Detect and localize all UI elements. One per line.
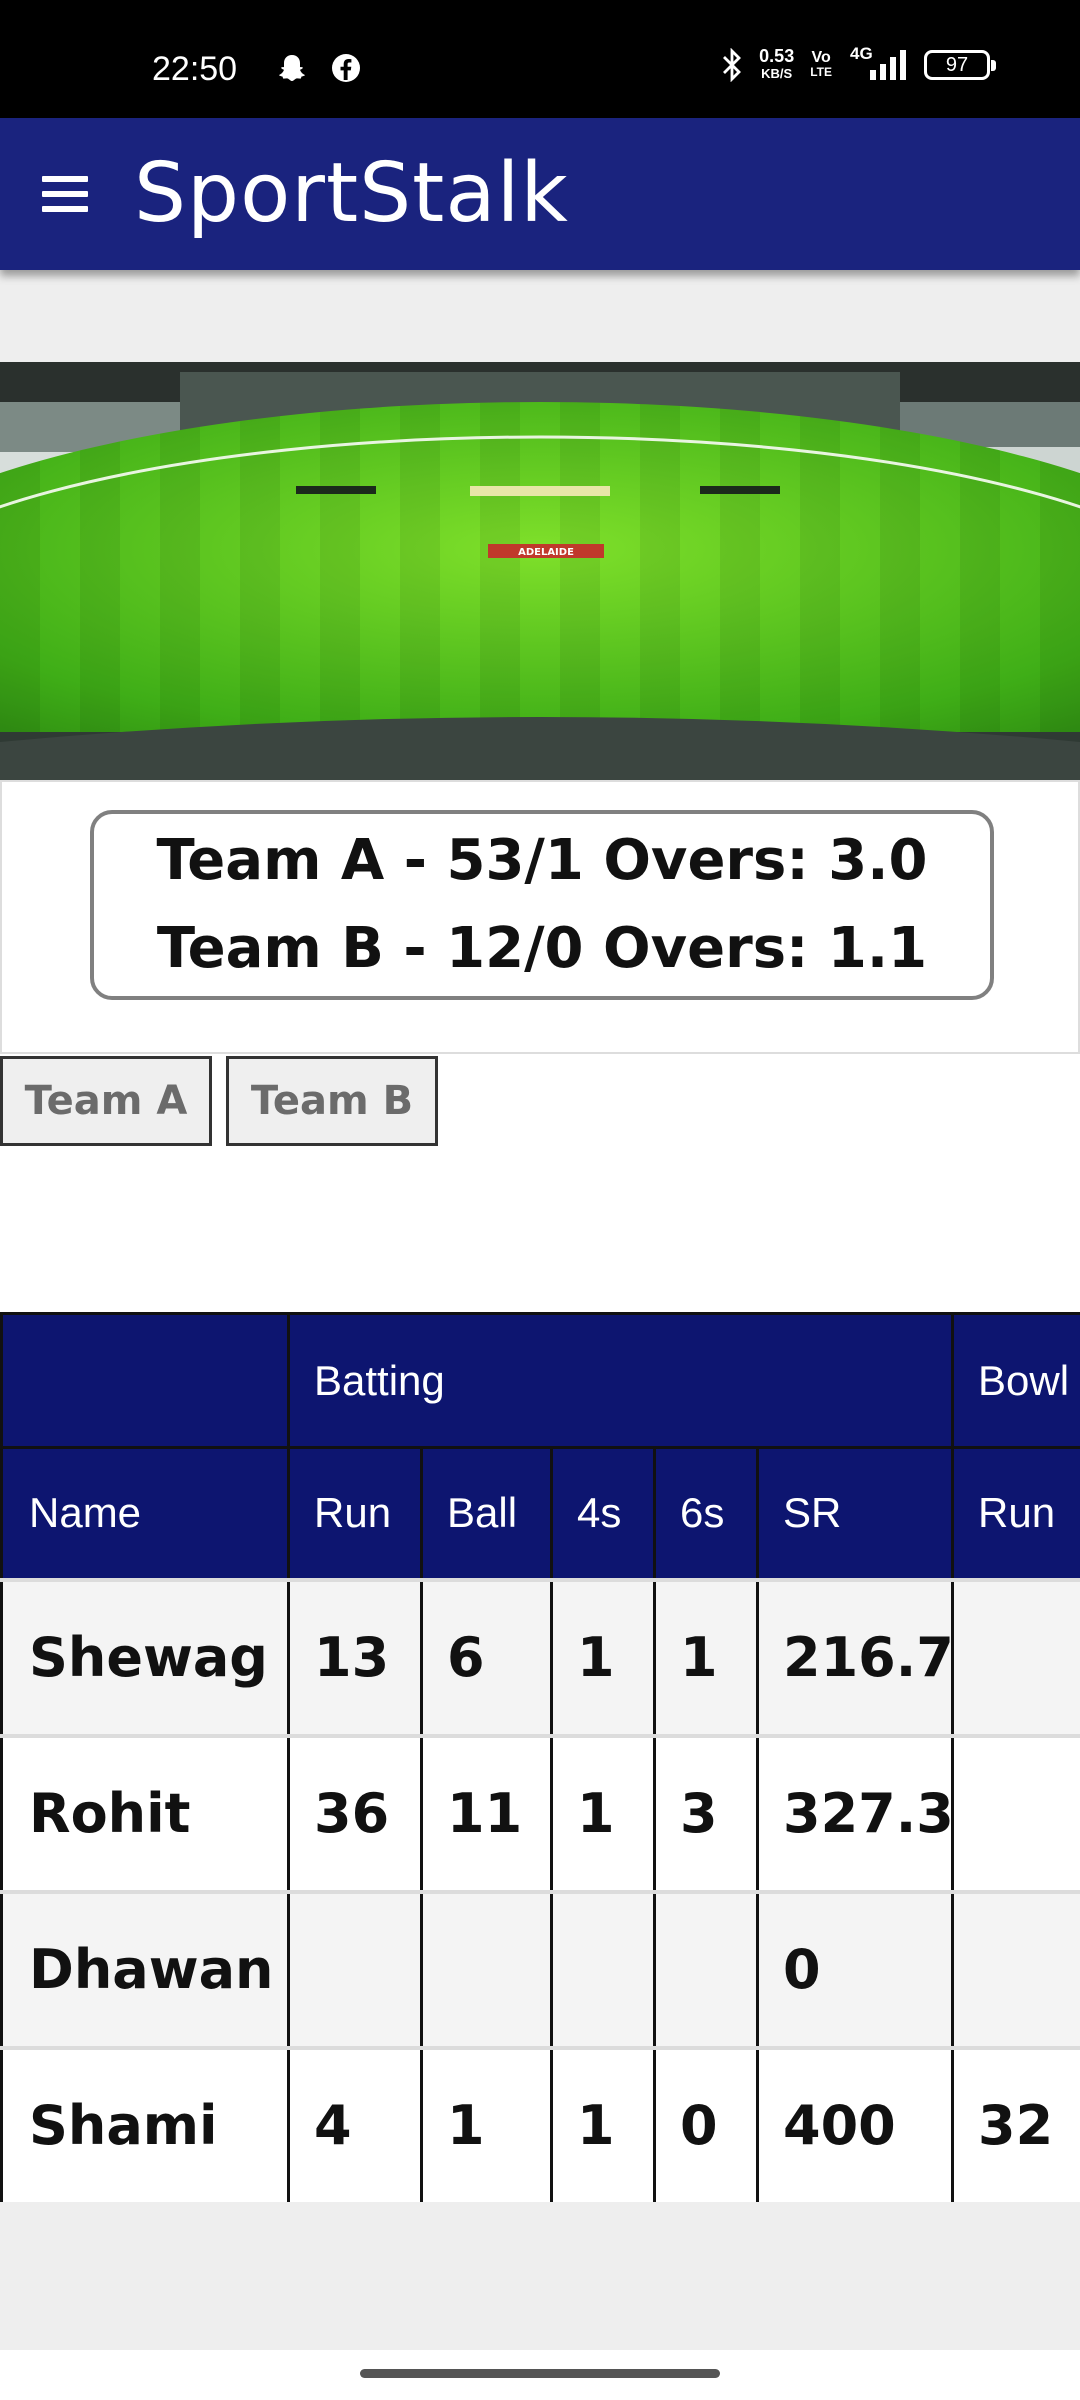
blank-group-header <box>0 1312 290 1449</box>
status-time: 22:50 <box>152 50 238 88</box>
balls-cell <box>420 1889 553 2050</box>
column-header-name: Name <box>0 1446 290 1581</box>
table-row: Rohit 36 11 1 3 327.3 <box>0 1733 1080 1894</box>
sixes-cell: 3 <box>653 1733 759 1894</box>
balls-cell: 11 <box>420 1733 553 1894</box>
fours-cell: 1 <box>550 2045 656 2202</box>
score-summary-box: Team A - 53/1 Overs: 3.0 Team B - 12/0 O… <box>90 810 994 1000</box>
runs-cell: 13 <box>287 1577 423 1738</box>
battery-icon: 97 <box>924 50 996 80</box>
fours-cell: 1 <box>550 1577 656 1738</box>
tabs-area: Team A Team B <box>0 1054 1080 1312</box>
network-speed-value: 0.53 <box>759 46 795 66</box>
player-name: Shewag <box>0 1577 290 1738</box>
score-summary-card: Team A - 53/1 Overs: 3.0 Team B - 12/0 O… <box>0 780 1080 1054</box>
tab-team-b[interactable]: Team B <box>226 1056 438 1146</box>
scorecard-table-container[interactable]: Batting Bowl Name Run Ball 4s 6s SR Run … <box>0 1312 1080 2202</box>
batting-group-header: Batting <box>286 1312 955 1449</box>
runs-cell: 4 <box>287 2045 423 2202</box>
app-title: SportStalk <box>134 146 569 241</box>
stadium-banner-text: ADELAIDE <box>518 547 574 558</box>
facebook-icon <box>332 54 360 82</box>
bluetooth-icon <box>723 48 742 82</box>
team-b-score: Team B - 12/0 Overs: 1.1 <box>156 916 928 981</box>
group-header-row: Batting Bowl <box>0 1312 1080 1449</box>
system-status-icons: 0.53 KB/S Vo LTE 4G 97 <box>721 44 996 82</box>
strike-rate-cell: 0 <box>755 1889 955 2050</box>
table-row: Shami 4 1 1 0 400 32 <box>0 2045 1080 2202</box>
volte-indicator: Vo LTE <box>810 50 832 80</box>
bowling-group-header: Bowl <box>951 1312 1080 1449</box>
balls-cell: 6 <box>420 1577 553 1738</box>
hamburger-menu-icon[interactable] <box>42 176 88 212</box>
status-bar: 22:50 0.53 KB/S Vo LTE 4G 97 <box>0 0 1080 118</box>
bowl-runs-cell <box>951 1889 1080 2050</box>
runs-cell: 36 <box>287 1733 423 1894</box>
fours-cell <box>550 1889 656 2050</box>
network-speed-unit: KB/S <box>761 66 793 81</box>
battery-level: 97 <box>945 54 969 76</box>
volte-top: Vo <box>811 49 831 66</box>
strike-rate-cell: 327.3 <box>755 1733 955 1894</box>
column-header-ball: Ball <box>420 1446 553 1581</box>
column-header-6s: 6s <box>653 1446 759 1581</box>
column-header-4s: 4s <box>550 1446 656 1581</box>
volte-bottom: LTE <box>810 65 832 79</box>
runs-cell <box>287 1889 423 2050</box>
balls-cell: 1 <box>420 2045 553 2202</box>
column-header-run: Run <box>287 1446 423 1581</box>
fours-cell: 1 <box>550 1733 656 1894</box>
sixes-cell: 0 <box>653 2045 759 2202</box>
player-name: Rohit <box>0 1733 290 1894</box>
sixes-cell: 1 <box>653 1577 759 1738</box>
column-header-sr: SR <box>755 1446 955 1581</box>
tab-team-a[interactable]: Team A <box>0 1056 212 1146</box>
sixes-cell <box>653 1889 759 2050</box>
notification-icons <box>276 52 362 84</box>
home-gesture-handle[interactable] <box>360 2369 720 2378</box>
column-header-bowl-run: Run <box>951 1446 1080 1581</box>
team-a-score: Team A - 53/1 Overs: 3.0 <box>156 828 928 893</box>
bowl-runs-cell <box>951 1577 1080 1738</box>
bowl-runs-cell <box>951 1733 1080 1894</box>
scorecard-table: Batting Bowl Name Run Ball 4s 6s SR Run … <box>0 1312 1080 2202</box>
app-bar: SportStalk <box>0 118 1080 270</box>
strike-rate-cell: 216.7 <box>755 1577 955 1738</box>
column-header-row: Name Run Ball 4s 6s SR Run <box>0 1446 1080 1581</box>
bowl-runs-cell: 32 <box>951 2045 1080 2202</box>
player-name: Shami <box>0 2045 290 2202</box>
signal-strength-icon: 4G <box>848 44 908 82</box>
strike-rate-cell: 400 <box>755 2045 955 2202</box>
network-speed: 0.53 KB/S <box>759 46 795 82</box>
table-row: Shewag 13 6 1 1 216.7 <box>0 1577 1080 1738</box>
snapchat-icon <box>279 55 305 81</box>
stadium-image: ADELAIDE <box>0 362 1080 780</box>
table-row: Dhawan 0 <box>0 1889 1080 2050</box>
player-name: Dhawan <box>0 1889 290 2050</box>
